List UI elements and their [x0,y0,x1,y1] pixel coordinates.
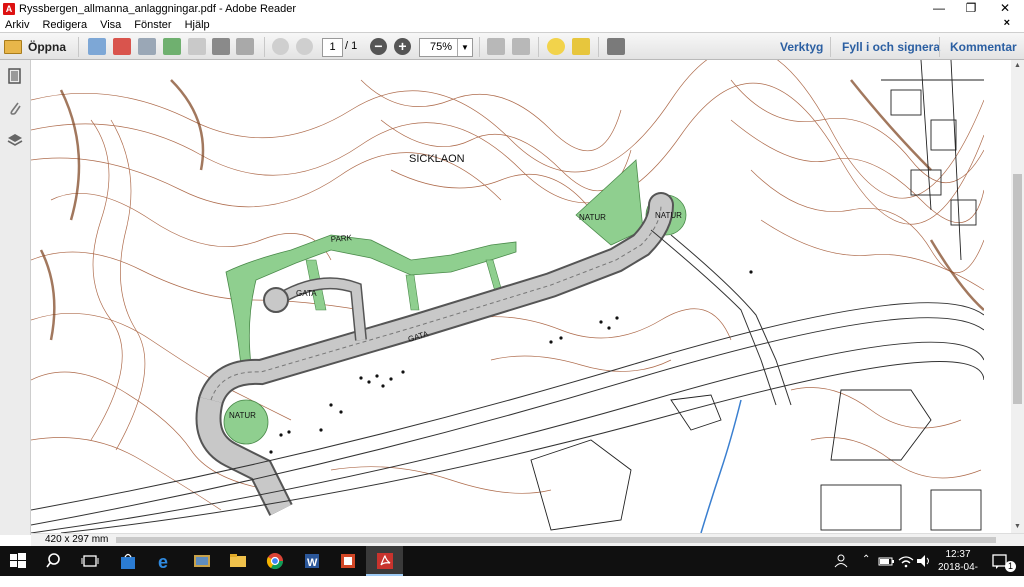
wifi-icon[interactable] [896,551,916,571]
tools-link[interactable]: Verktyg [780,40,823,54]
save-icon[interactable] [188,38,206,55]
title-bar: A Ryssbergen_allmanna_anlaggningar.pdf -… [0,0,1024,17]
clock[interactable]: 12:37 2018-04-22 [936,548,980,587]
page-size-label: 420 x 297 mm [45,534,109,545]
file-explorer-icon[interactable] [228,551,248,571]
toolbar-divider [538,37,539,57]
zoom-value: 75% [430,41,453,53]
task-view-icon[interactable] [80,551,100,571]
upload-cloud-icon[interactable] [163,38,181,55]
window-title: Ryssbergen_allmanna_anlaggningar.pdf - A… [19,2,297,15]
zoom-in-button[interactable]: + [394,38,411,55]
volume-icon[interactable] [914,551,934,571]
fullscreen-icon[interactable] [607,38,625,55]
toolbar-divider [939,37,940,57]
scroll-down-icon[interactable]: ▼ [1011,521,1024,533]
menu-arkiv[interactable]: Arkiv [5,19,29,31]
adobe-reader-taskbar-icon[interactable] [375,551,395,571]
edge-browser-icon[interactable]: e [155,551,175,572]
edit-pdf-icon[interactable] [138,38,156,55]
close-document-button[interactable]: × [1004,17,1010,29]
toolbar-divider [830,37,831,57]
area-label-sicklaon: SICKLAON [409,153,465,165]
minimize-button[interactable]: — [922,0,956,17]
scroll-up-icon[interactable]: ▲ [1011,60,1024,72]
fill-sign-link[interactable]: Fyll i och signera [842,40,940,54]
presentation-app-icon[interactable] [338,551,358,571]
attachments-icon[interactable] [7,100,23,116]
store-icon[interactable] [118,551,138,571]
toolbar-divider [598,37,599,57]
next-page-icon[interactable] [296,38,313,55]
highlight-icon[interactable] [572,38,590,55]
navigation-panel [0,60,31,535]
menu-visa[interactable]: Visa [100,19,121,31]
open-label: Öppna [28,39,66,54]
previous-page-icon[interactable] [272,38,289,55]
nature-area-south [223,399,269,445]
chevron-down-icon[interactable]: ▼ [457,39,472,56]
menu-redigera[interactable]: Redigera [42,19,87,31]
combine-files-icon[interactable] [113,38,131,55]
toolbar-divider [78,37,79,57]
fit-width-icon[interactable] [487,38,505,55]
gata-label-1: GATA [296,289,317,298]
battery-icon[interactable] [876,551,896,571]
clock-date: 2018-04-22 [937,562,979,586]
comment-bubble-icon[interactable] [547,38,565,55]
open-button[interactable]: Öppna [4,37,66,56]
chevron-up-icon[interactable]: ⌃ [862,554,870,565]
close-button[interactable]: ✕ [988,0,1022,17]
toolbar-divider [264,37,265,57]
park-label: PARK [330,233,353,244]
windows-taskbar: e W ⌃ 12:37 2018-04-22 1 [0,546,1024,586]
site-plan-map: SICKLAON PARK GATA GATA NATUR NATUR NATU… [31,60,984,533]
fit-page-icon[interactable] [512,38,530,55]
print-icon[interactable] [212,38,230,55]
menu-hjalp[interactable]: Hjälp [185,19,210,31]
search-icon[interactable] [45,551,65,571]
restore-button[interactable]: ❐ [954,0,988,17]
notification-count-badge: 1 [1005,561,1016,572]
comment-link[interactable]: Kommentar [950,40,1017,54]
clock-time: 12:37 [945,549,971,560]
chrome-icon[interactable] [265,551,285,571]
zoom-out-button[interactable]: − [370,38,387,55]
vertical-scrollbar[interactable]: ▲ ▼ [1011,60,1024,533]
menu-bar: Arkiv Redigera Visa Fönster Hjälp × [0,17,1024,32]
toolbar-divider [479,37,480,57]
document-margin [984,60,1011,533]
natur-label-1: NATUR [579,213,606,222]
email-icon[interactable] [236,38,254,55]
document-viewport[interactable]: SICKLAON PARK GATA GATA NATUR NATUR NATU… [31,60,984,533]
page-thumbnails-icon[interactable] [7,68,23,84]
windows-start-icon[interactable] [8,551,28,571]
menu-fonster[interactable]: Fönster [134,19,171,31]
svg-text:W: W [307,557,318,569]
scrollbar-thumb[interactable] [1013,174,1022,404]
people-icon[interactable] [832,551,852,571]
create-pdf-icon[interactable] [88,38,106,55]
zoom-select[interactable]: 75% ▼ [419,38,473,57]
status-bar: 420 x 297 mm [31,533,1024,546]
word-icon[interactable]: W [302,551,322,571]
folder-icon [4,39,22,54]
natur-label-3: NATUR [229,411,256,420]
natur-label-2: NATUR [655,211,682,220]
toolbar: Öppna 1 / 1 − + 75% ▼ Verktyg Fyll i och… [0,32,1024,60]
page-number-input[interactable]: 1 [322,38,343,57]
adobe-reader-icon: A [3,2,15,15]
svg-text:e: e [158,552,168,571]
photos-app-icon[interactable] [192,551,212,571]
page-total: / 1 [345,40,358,52]
horizontal-scrollbar[interactable] [116,537,996,543]
layers-icon[interactable] [7,132,23,148]
